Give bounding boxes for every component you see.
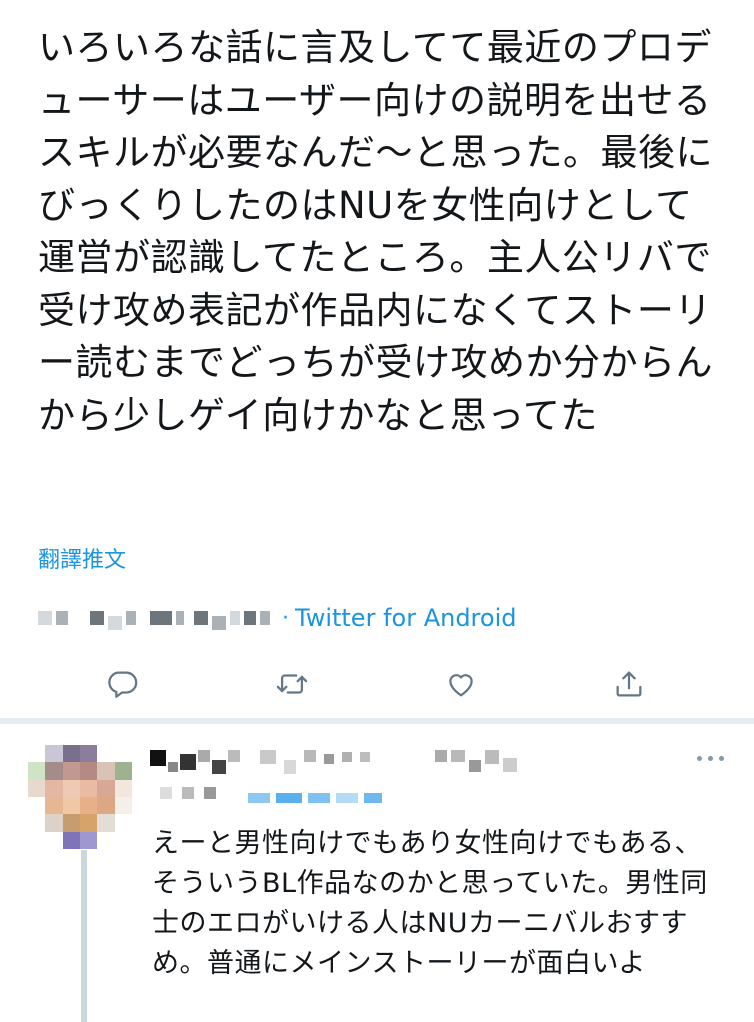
tweet-action-bar [0,660,754,712]
reply-button[interactable] [100,660,144,708]
translate-tweet-link[interactable]: 翻譯推文 [38,542,126,574]
redacted-timestamp [38,606,274,630]
reply-icon [108,671,138,698]
retweet-button[interactable] [270,660,314,708]
share-icon [616,671,642,697]
reply-more-button[interactable] [690,748,730,768]
source-client-link[interactable]: Twitter for Android [295,604,516,632]
more-icon [696,755,702,761]
reply-text: えーと男性向けでもあり女性向けでもある、そういうBL作品なのかと思っていた。男性… [152,828,708,979]
tweet-text: いろいろな話に言及してて最近のプロデューサーはユーザー向けの説明を出せるスキルが… [38,26,713,437]
thread-line [81,850,87,1022]
like-icon [449,674,473,697]
section-divider [0,718,754,724]
like-button[interactable] [439,660,483,708]
retweet-icon [276,674,308,694]
meta-separator: · [282,605,289,631]
reply-avatar[interactable] [28,745,132,849]
tweet-meta: · Twitter for Android [38,600,516,636]
share-button[interactable] [607,660,651,708]
reply-header-redacted [150,745,710,815]
